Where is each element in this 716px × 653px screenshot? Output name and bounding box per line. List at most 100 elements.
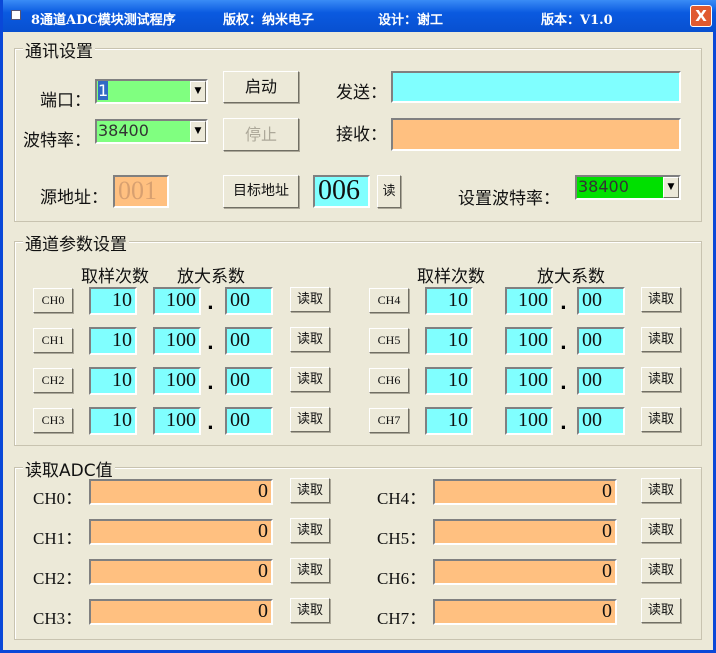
samples-input[interactable]: 10 [425,287,473,315]
adc-value-field: 0 [433,559,617,585]
adc-channel-label: CH0： [33,489,83,508]
channel-button[interactable]: CH5 [369,328,409,353]
chevron-down-icon[interactable]: ▼ [663,177,679,198]
gain-frac-input[interactable]: 00 [225,327,273,355]
samples-input[interactable]: 10 [89,327,137,355]
port-label: 端口： [40,91,91,111]
gain-int-input[interactable]: 100 [505,367,553,395]
read-params-button[interactable]: 读取 [641,287,681,312]
decimal-point: . [560,373,567,394]
adc-channel-label: CH5： [377,529,427,548]
adc-channel-label: CH1： [33,529,83,548]
designer-text: 设计：谢工 [378,13,444,28]
samples-input[interactable]: 10 [425,407,473,435]
send-input[interactable] [391,71,681,103]
version-text: 版本：V1.0 [541,13,613,28]
gain-header-right: 放大系数 [537,267,605,287]
start-button[interactable]: 启动 [223,71,299,103]
main-window: 8通道ADC模块测试程序 版权：纳米电子 设计：谢工 版本：V1.0 X 通讯设… [0,0,716,653]
channel-button[interactable]: CH3 [33,408,73,433]
decimal-point: . [207,333,214,354]
gain-frac-input[interactable]: 00 [577,367,625,395]
adc-value-field: 0 [89,479,273,505]
gain-frac-input[interactable]: 00 [577,407,625,435]
read-adc-button[interactable]: 读取 [290,518,330,543]
gain-header-left: 放大系数 [177,267,245,287]
read-params-button[interactable]: 读取 [641,367,681,392]
samples-input[interactable]: 10 [89,407,137,435]
gain-frac-input[interactable]: 00 [577,287,625,315]
title-bar: 8通道ADC模块测试程序 版权：纳米电子 设计：谢工 版本：V1.0 X [3,0,716,32]
channel-button[interactable]: CH0 [33,288,73,313]
decimal-point: . [560,413,567,434]
source-address-label: 源地址： [40,188,108,208]
target-address-input[interactable]: 006 [313,175,370,208]
gain-int-input[interactable]: 100 [505,287,553,315]
source-address-value: 001 [113,175,169,208]
decimal-point: . [207,373,214,394]
adc-channel-label: CH4： [377,489,427,508]
gain-int-input[interactable]: 100 [505,407,553,435]
stop-button[interactable]: 停止 [223,118,299,151]
channel-button[interactable]: CH2 [33,368,73,393]
samples-header-left: 取样次数 [81,267,149,287]
samples-input[interactable]: 10 [89,367,137,395]
read-params-button[interactable]: 读取 [290,407,330,432]
copyright-text: 版权：纳米电子 [223,13,315,28]
read-adc-button[interactable]: 读取 [641,598,681,623]
set-baud-select[interactable]: 38400 ▼ [575,175,681,200]
channel-params-legend: 通道参数设置 [23,230,129,255]
gain-int-input[interactable]: 100 [153,287,201,315]
adc-value-field: 0 [433,599,617,625]
adc-channel-label: CH2： [33,569,83,588]
read-adc-button[interactable]: 读取 [641,558,681,583]
gain-int-input[interactable]: 100 [153,367,201,395]
adc-channel-label: CH6： [377,569,427,588]
chevron-down-icon[interactable]: ▼ [190,81,206,102]
receive-output[interactable] [391,118,681,151]
read-params-button[interactable]: 读取 [290,327,330,352]
send-label: 发送： [336,83,387,103]
adc-value-field: 0 [433,519,617,545]
read-params-button[interactable]: 读取 [290,367,330,392]
gain-frac-input[interactable]: 00 [225,287,273,315]
read-params-button[interactable]: 读取 [641,327,681,352]
gain-frac-input[interactable]: 00 [577,327,625,355]
adc-value-field: 0 [89,519,273,545]
channel-button[interactable]: CH1 [33,328,73,353]
decimal-point: . [560,293,567,314]
gain-int-input[interactable]: 100 [505,327,553,355]
channel-button[interactable]: CH6 [369,368,409,393]
read-params-button[interactable]: 读取 [641,407,681,432]
chevron-down-icon[interactable]: ▼ [190,121,206,142]
decimal-point: . [207,293,214,314]
adc-value-field: 0 [433,479,617,505]
channel-button[interactable]: CH7 [369,408,409,433]
read-params-button[interactable]: 读取 [290,287,330,312]
port-value: 1 [98,81,109,100]
target-address-button[interactable]: 目标地址 [223,175,299,208]
read-adc-button[interactable]: 读取 [290,478,330,503]
read-adc-button[interactable]: 读取 [641,518,681,543]
read-adc-button[interactable]: 读取 [641,478,681,503]
channel-button[interactable]: CH4 [369,288,409,313]
close-button[interactable]: X [690,5,712,27]
gain-int-input[interactable]: 100 [153,407,201,435]
comm-settings-legend: 通讯设置 [23,37,95,62]
baud-label: 波特率： [23,131,91,151]
set-baud-value: 38400 [578,177,629,196]
gain-int-input[interactable]: 100 [153,327,201,355]
read-address-button[interactable]: 读 [377,175,401,208]
read-adc-button[interactable]: 读取 [290,558,330,583]
adc-read-legend: 读取ADC值 [23,456,115,481]
samples-input[interactable]: 10 [425,367,473,395]
app-title: 8通道ADC模块测试程序 [31,13,176,28]
samples-input[interactable]: 10 [425,327,473,355]
baud-select[interactable]: 38400 ▼ [95,119,208,144]
read-adc-button[interactable]: 读取 [290,598,330,623]
samples-input[interactable]: 10 [89,287,137,315]
port-select[interactable]: 1 ▼ [95,79,208,104]
adc-channel-label: CH7： [377,609,427,628]
gain-frac-input[interactable]: 00 [225,407,273,435]
gain-frac-input[interactable]: 00 [225,367,273,395]
